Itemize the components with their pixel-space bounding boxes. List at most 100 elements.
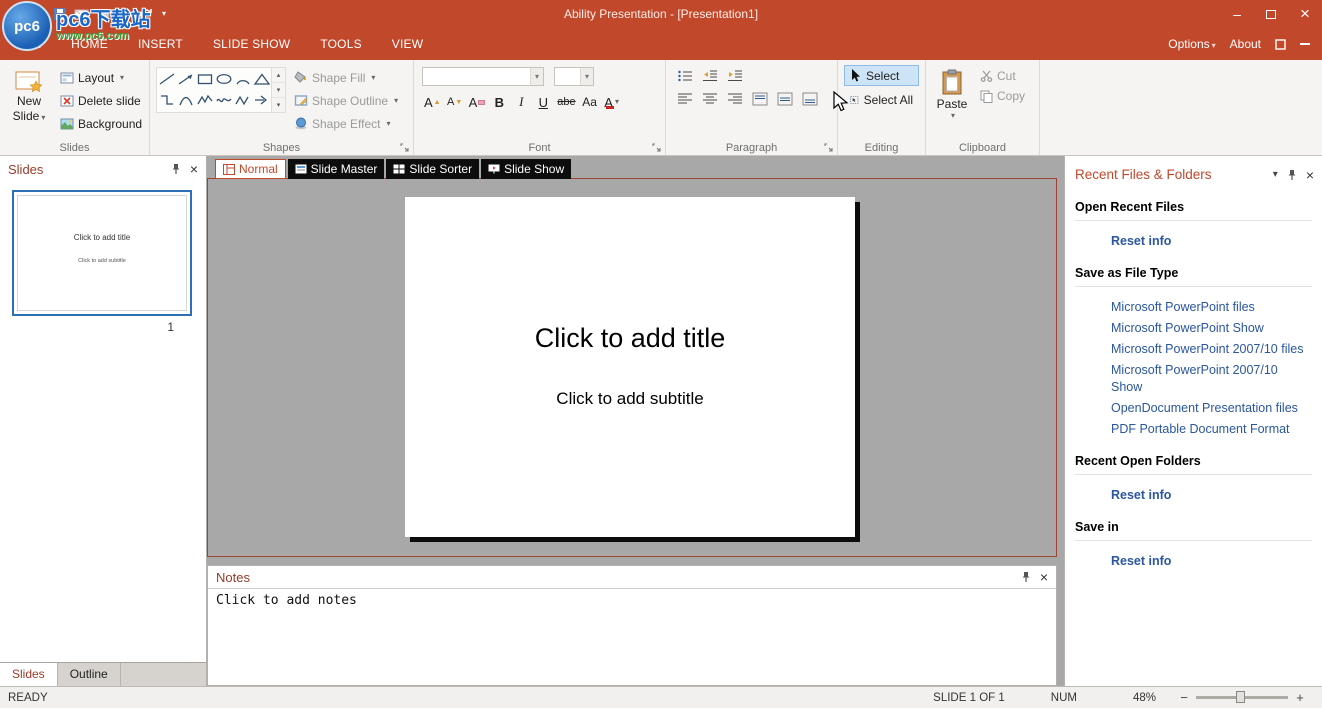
qat-customize-icon[interactable]: ▾ bbox=[162, 10, 166, 18]
shape-outline-button[interactable]: Shape Outline▾ bbox=[294, 91, 398, 110]
dialog-launcher-icon[interactable] bbox=[823, 142, 834, 153]
align-top-button[interactable] bbox=[749, 89, 771, 108]
decrease-indent-button[interactable] bbox=[699, 66, 721, 85]
file-type-link-ppt[interactable]: Microsoft PowerPoint files bbox=[1111, 299, 1312, 316]
zoom-slider[interactable] bbox=[1196, 696, 1288, 699]
pin-icon[interactable] bbox=[171, 163, 181, 175]
float-panel-icon[interactable] bbox=[1275, 39, 1286, 50]
tab-slides[interactable]: Slides bbox=[0, 663, 58, 686]
shape-zigzag[interactable] bbox=[233, 89, 252, 110]
shape-fill-button[interactable]: Shape Fill▾ bbox=[294, 68, 398, 87]
shape-arrow-line[interactable] bbox=[176, 68, 195, 89]
slide-editor[interactable]: Click to add title Click to add subtitle bbox=[405, 197, 855, 537]
collapse-ribbon-icon[interactable] bbox=[1300, 43, 1310, 45]
shape-curved-connector[interactable] bbox=[176, 89, 195, 110]
delete-slide-button[interactable]: Delete slide bbox=[60, 91, 142, 110]
clear-formatting-button[interactable]: A bbox=[467, 92, 488, 112]
menu-tab-home[interactable]: HOME bbox=[56, 28, 123, 60]
bold-button[interactable]: B bbox=[489, 92, 509, 112]
shape-line[interactable] bbox=[157, 68, 176, 89]
dialog-launcher-icon[interactable] bbox=[399, 142, 410, 153]
shape-arc[interactable] bbox=[233, 68, 252, 89]
file-type-link-ppsx[interactable]: Microsoft PowerPoint 2007/10 Show bbox=[1111, 362, 1312, 396]
save-icon[interactable] bbox=[53, 7, 67, 21]
menu-tab-insert[interactable]: INSERT bbox=[123, 28, 198, 60]
align-center-button[interactable] bbox=[699, 89, 721, 108]
close-button[interactable]: × bbox=[1288, 0, 1322, 28]
tab-slide-master-view[interactable]: Slide Master bbox=[288, 159, 385, 179]
file-type-link-pdf[interactable]: PDF Portable Document Format bbox=[1111, 421, 1312, 438]
tab-outline[interactable]: Outline bbox=[58, 663, 121, 686]
tab-normal-view[interactable]: Normal bbox=[215, 159, 286, 179]
align-right-button[interactable] bbox=[724, 89, 746, 108]
file-type-link-pptx[interactable]: Microsoft PowerPoint 2007/10 files bbox=[1111, 341, 1312, 358]
new-slide-button[interactable]: New Slide▾ bbox=[6, 65, 52, 133]
file-type-link-pps[interactable]: Microsoft PowerPoint Show bbox=[1111, 320, 1312, 337]
open-icon[interactable] bbox=[31, 8, 46, 21]
underline-button[interactable]: U bbox=[533, 92, 553, 112]
about-menu[interactable]: About bbox=[1230, 37, 1261, 51]
file-type-link-odp[interactable]: OpenDocument Presentation files bbox=[1111, 400, 1312, 417]
close-icon[interactable]: × bbox=[1040, 570, 1048, 584]
shape-effect-button[interactable]: Shape Effect▾ bbox=[294, 114, 398, 133]
menu-tab-view[interactable]: VIEW bbox=[377, 28, 438, 60]
minimize-button[interactable]: – bbox=[1220, 0, 1254, 28]
dialog-launcher-icon[interactable] bbox=[651, 142, 662, 153]
notes-input[interactable]: Click to add notes bbox=[208, 589, 1056, 612]
new-document-icon[interactable] bbox=[10, 7, 24, 21]
tab-slide-sorter-view[interactable]: Slide Sorter bbox=[386, 159, 479, 179]
shapes-more-button[interactable]: ▾ bbox=[272, 98, 285, 112]
pin-icon[interactable] bbox=[1021, 571, 1031, 583]
shapes-scroll-down-button[interactable]: ▾ bbox=[272, 83, 285, 98]
paste-button[interactable]: Paste ▾ bbox=[932, 65, 972, 120]
strikethrough-button[interactable]: abe bbox=[555, 92, 577, 112]
zoom-in-button[interactable]: + bbox=[1294, 690, 1306, 705]
font-size-select[interactable]: ▾ bbox=[554, 67, 594, 86]
increase-indent-button[interactable] bbox=[724, 66, 746, 85]
shape-elbow-connector[interactable] bbox=[157, 89, 176, 110]
align-middle-button[interactable] bbox=[774, 89, 796, 108]
zoom-out-button[interactable]: − bbox=[1178, 690, 1190, 705]
close-icon[interactable]: × bbox=[1306, 168, 1314, 182]
align-bottom-button[interactable] bbox=[799, 89, 821, 108]
copy-button[interactable]: Copy bbox=[980, 89, 1025, 103]
email-icon[interactable] bbox=[74, 9, 89, 20]
zoom-slider-thumb[interactable] bbox=[1236, 691, 1245, 703]
background-button[interactable]: Background bbox=[60, 114, 142, 133]
shapes-scroll-up-button[interactable]: ▴ bbox=[272, 68, 285, 83]
print-icon[interactable] bbox=[96, 8, 111, 21]
menu-tab-slide-show[interactable]: SLIDE SHOW bbox=[198, 28, 305, 60]
shape-rectangle[interactable] bbox=[195, 68, 214, 89]
reset-info-link[interactable]: Reset info bbox=[1111, 553, 1312, 570]
align-left-button[interactable] bbox=[674, 89, 696, 108]
shape-triangle[interactable] bbox=[252, 68, 271, 89]
shape-scribble[interactable] bbox=[214, 89, 233, 110]
redo-icon[interactable] bbox=[139, 8, 153, 20]
slide-subtitle-placeholder[interactable]: Click to add subtitle bbox=[405, 389, 855, 409]
select-all-button[interactable]: Select All bbox=[844, 89, 919, 110]
options-menu[interactable]: Options▾ bbox=[1168, 37, 1215, 51]
undo-icon[interactable] bbox=[118, 8, 132, 20]
layout-button[interactable]: Layout▾ bbox=[60, 68, 142, 87]
menu-tab-tools[interactable]: TOOLS bbox=[305, 28, 376, 60]
maximize-button[interactable] bbox=[1254, 0, 1288, 28]
chevron-down-icon[interactable]: ▾ bbox=[1273, 170, 1278, 180]
slide-thumbnail-1[interactable]: Click to add title Click to add subtitle bbox=[12, 190, 192, 316]
cut-button[interactable]: Cut bbox=[980, 69, 1025, 83]
shape-right-arrow[interactable] bbox=[252, 89, 271, 110]
italic-button[interactable]: I bbox=[511, 92, 531, 112]
slide-title-placeholder[interactable]: Click to add title bbox=[405, 323, 855, 354]
shape-ellipse[interactable] bbox=[214, 68, 233, 89]
reset-info-link[interactable]: Reset info bbox=[1111, 487, 1312, 504]
pin-icon[interactable] bbox=[1287, 169, 1297, 181]
change-case-button[interactable]: Aa bbox=[580, 92, 600, 112]
font-color-button[interactable]: A▾ bbox=[602, 92, 622, 112]
tab-slide-show-view[interactable]: Slide Show bbox=[481, 159, 571, 179]
shrink-font-button[interactable]: A▼ bbox=[445, 92, 465, 112]
reset-info-link[interactable]: Reset info bbox=[1111, 233, 1312, 250]
bullets-button[interactable] bbox=[674, 66, 696, 85]
select-button[interactable]: Select bbox=[844, 65, 919, 86]
grow-font-button[interactable]: A▲ bbox=[422, 92, 443, 112]
menu-tab-file[interactable]: FILE bbox=[0, 28, 56, 60]
shape-freeform[interactable] bbox=[195, 89, 214, 110]
